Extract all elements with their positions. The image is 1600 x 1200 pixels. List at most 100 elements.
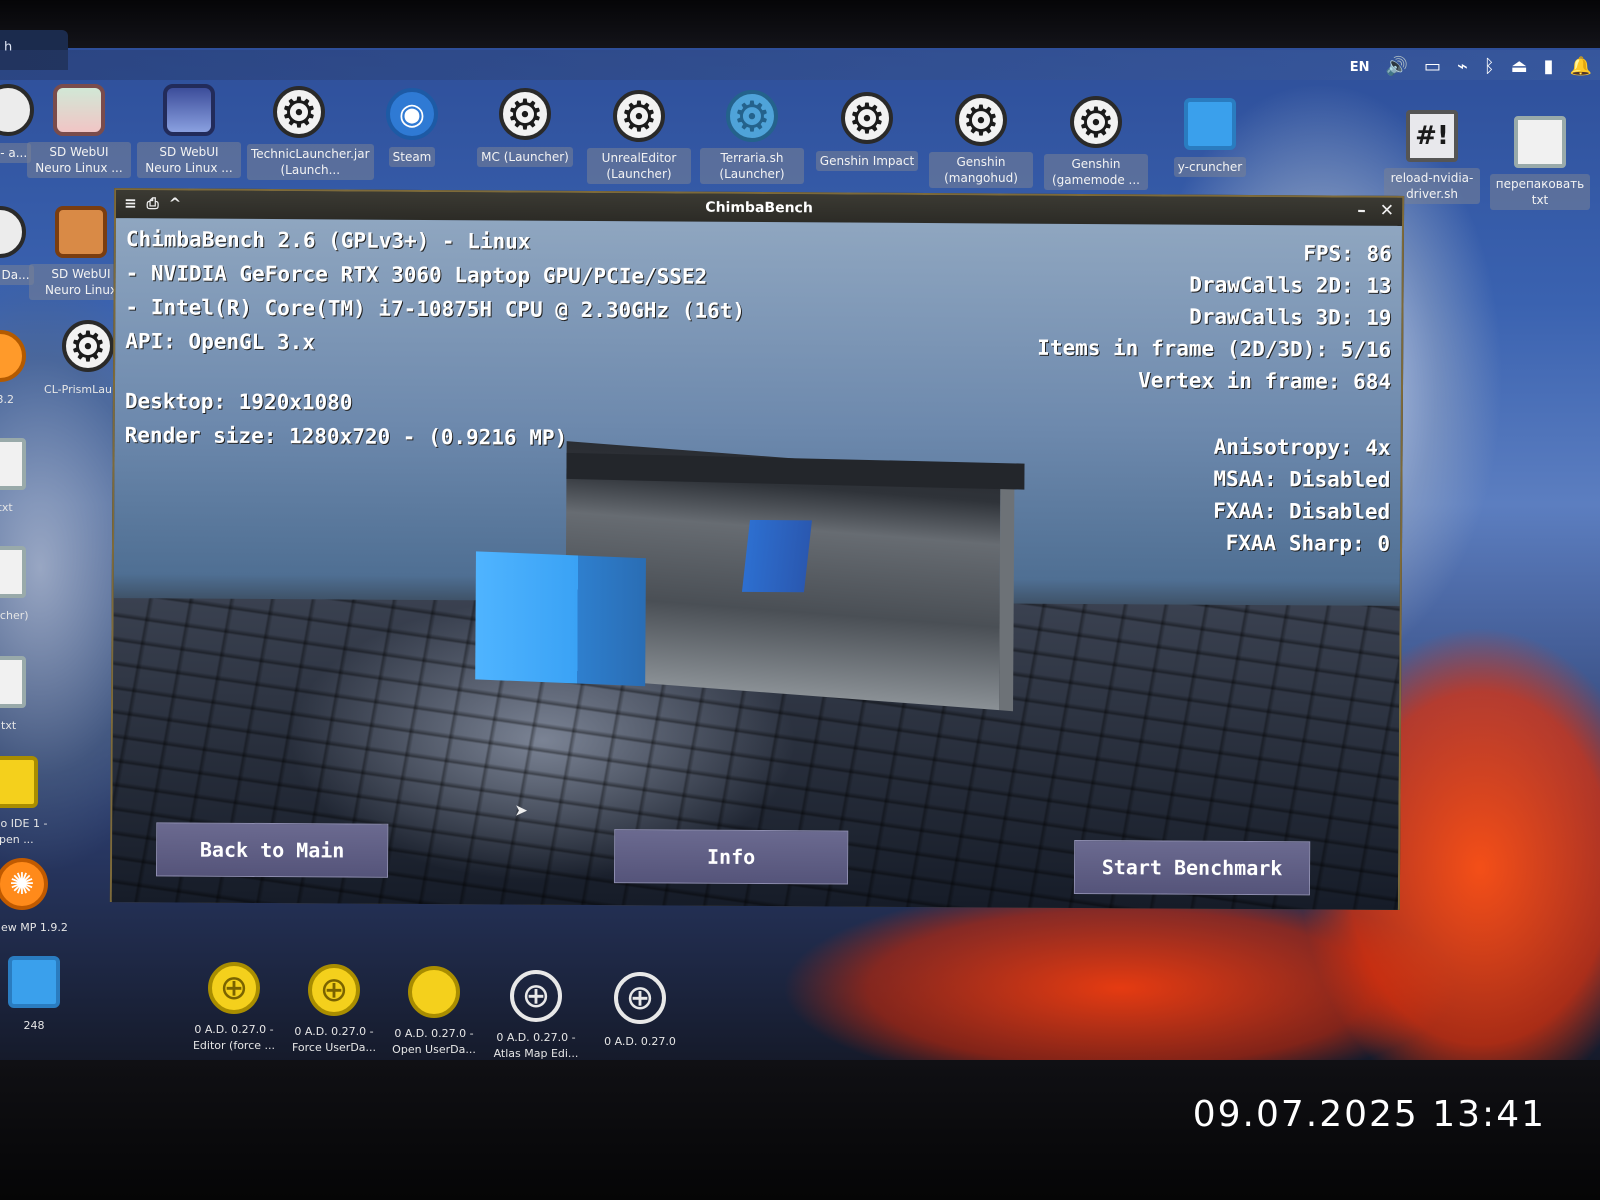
system-tray: EN 🔊 ▭ ⌁ ᛒ ⏏ ▮ 🔔 bbox=[1350, 52, 1592, 82]
desktop-icon[interactable]: #! reload-nvidia-driver.sh bbox=[1384, 110, 1480, 204]
display-icon[interactable]: ▭ bbox=[1424, 58, 1441, 76]
minimize-button[interactable]: – bbox=[1357, 201, 1366, 221]
ad-icon bbox=[408, 966, 460, 1018]
desktop-icon-label: MC (Launcher) bbox=[477, 147, 573, 167]
keyboard-layout-indicator[interactable]: EN bbox=[1350, 61, 1370, 74]
hud-api: API: OpenGL 3.x bbox=[125, 329, 315, 355]
hud-items-in-frame: Items in frame (2D/3D): 5/16 bbox=[1037, 335, 1392, 362]
info-button[interactable]: Info bbox=[613, 829, 849, 885]
desktop-icon-label: Genshin Impact bbox=[815, 151, 919, 171]
desktop-icon[interactable]: ⚙ TechnicLauncher.jar (Launch... bbox=[247, 86, 374, 180]
hud-desktop-resolution: Desktop: 1920x1080 bbox=[124, 389, 353, 415]
desktop-icon-label: SD WebUI Neuro Linux ... bbox=[137, 142, 241, 178]
desktop-icon[interactable]: op.txt bbox=[0, 656, 52, 736]
volume-icon[interactable]: 🔊 bbox=[1386, 58, 1408, 76]
gear-icon: ⚙ bbox=[1070, 96, 1122, 148]
back-to-main-button[interactable]: Back to Main bbox=[155, 822, 389, 878]
hud-system-info: ChimbaBench 2.6 (GPLv3+) - Linux - NVIDI… bbox=[125, 222, 746, 456]
hud-fxaa-sharp: FXAA Sharp: 0 bbox=[1225, 530, 1391, 556]
hud-fxaa: FXAA: Disabled bbox=[1213, 498, 1391, 524]
hud-drawcalls-2d: DrawCalls 2D: 13 bbox=[1189, 272, 1392, 298]
desktop-icon-label: 0 A.D. 0.27.0 - Force UserDa... bbox=[291, 1025, 377, 1054]
window-tools: ≡ ⎙ ^ bbox=[124, 194, 181, 212]
photo-datestamp: 09.07.2025 13:41 bbox=[1192, 1094, 1546, 1135]
desktop-icon-label: e.txt bbox=[0, 501, 13, 514]
steam-icon: ◉ bbox=[386, 88, 438, 140]
chimbabench-window: ≡ ⎙ ^ ChimbaBench – ✕ ChimbaBench 2.6 (G… bbox=[109, 188, 1405, 910]
desktop-icon[interactable]: top ncher) bbox=[0, 546, 52, 626]
avatar-icon bbox=[53, 84, 105, 136]
bell-icon[interactable]: 🔔 bbox=[1570, 58, 1592, 76]
desktop-icon[interactable]: e.txt bbox=[0, 438, 52, 518]
desktop-icon[interactable]: ◉ Steam bbox=[360, 88, 464, 167]
desktop-icon[interactable]: ⊕ 0 A.D. 0.27.0 - Atlas Map Edi... bbox=[484, 970, 588, 1064]
bluetooth-icon[interactable]: ᛒ bbox=[1484, 58, 1495, 76]
menu-icon[interactable]: ≡ bbox=[124, 194, 137, 212]
scene-cube bbox=[475, 551, 646, 687]
gear-icon: ⚙ bbox=[726, 90, 778, 142]
desktop-icon[interactable]: y-cruncher bbox=[1158, 98, 1262, 177]
script-icon: #! bbox=[1406, 110, 1458, 162]
desktop-icon-label: XnView MP 1.9.2 bbox=[0, 921, 68, 934]
desktop-icon[interactable]: SD WebUI Neuro Linux ... bbox=[137, 84, 241, 178]
desktop-icon[interactable]: duino IDE 1 - Open ... bbox=[0, 756, 64, 850]
desktop-icon[interactable]: 248 bbox=[0, 956, 86, 1036]
hud-gpu: - NVIDIA GeForce RTX 3060 Laptop GPU/PCI… bbox=[125, 261, 708, 289]
desktop-icon[interactable]: SD WebUI Neuro Linux ... bbox=[27, 84, 131, 178]
desktop-icon[interactable]: ⚙ Genshin (mangohud) bbox=[929, 94, 1033, 188]
gear-icon: ⚙ bbox=[273, 86, 325, 138]
desktop-icon-label: op.txt bbox=[0, 719, 17, 732]
chevron-up-icon[interactable]: ^ bbox=[169, 194, 182, 212]
hud-msaa: MSAA: Disabled bbox=[1213, 466, 1391, 492]
desktop-icon[interactable]: ⊕ 0 A.D. 0.27.0 bbox=[588, 972, 692, 1052]
desktop-icon-label: перепаковать txt bbox=[1490, 174, 1590, 210]
desktop-icon[interactable]: ⚙ MC (Launcher) bbox=[473, 88, 577, 167]
desktop-icon-label: Terraria.sh (Launcher) bbox=[700, 148, 804, 184]
app-icon bbox=[0, 206, 26, 258]
ad-icon: ⊕ bbox=[308, 964, 360, 1016]
gear-icon: ⚙ bbox=[841, 92, 893, 144]
window-controls: – ✕ bbox=[1357, 201, 1394, 221]
desktop-icon[interactable]: ⊕ 0 A.D. 0.27.0 - Force UserDa... bbox=[282, 964, 386, 1058]
hud-app-version: ChimbaBench 2.6 (GPLv3+) - Linux bbox=[125, 227, 531, 254]
eject-icon[interactable]: ⏏ bbox=[1511, 58, 1528, 76]
desktop-icon[interactable]: ⚙ Genshin Impact bbox=[815, 92, 919, 171]
package-icon bbox=[55, 206, 107, 258]
gear-icon: ⚙ bbox=[62, 320, 114, 372]
paperclip-icon[interactable]: ⌁ bbox=[1457, 58, 1468, 76]
gear-icon: ⚙ bbox=[955, 94, 1007, 146]
desktop-icon-label: 4.3.2 bbox=[0, 393, 14, 406]
avatar-icon bbox=[163, 84, 215, 136]
desktop-icon-label: TechnicLauncher.jar (Launch... bbox=[247, 144, 374, 180]
monitor-bezel-top bbox=[0, 0, 1600, 50]
desktop-icon[interactable]: ⚙ UnrealEditor (Launcher) bbox=[587, 90, 691, 184]
hud-fps: FPS: 86 bbox=[1303, 241, 1392, 266]
hud-anisotropy: Anisotropy: 4x bbox=[1213, 434, 1391, 460]
app-icon bbox=[0, 330, 26, 382]
desktop-icon-label: 0 A.D. 0.27.0 - Atlas Map Edi... bbox=[493, 1031, 579, 1060]
close-button[interactable]: ✕ bbox=[1380, 201, 1394, 221]
start-benchmark-button[interactable]: Start Benchmark bbox=[1073, 839, 1311, 896]
text-file-icon bbox=[0, 656, 26, 708]
desktop-icon[interactable]: ⊕ 0 A.D. 0.27.0 - Editor (force ... bbox=[182, 962, 286, 1056]
desktop-icon[interactable]: ⚙ Terraria.sh (Launcher) bbox=[700, 90, 804, 184]
desktop-icon-label: 0 A.D. 0.27.0 - Editor (force ... bbox=[192, 1023, 276, 1052]
desktop-icon-label: 248 bbox=[23, 1019, 45, 1032]
desktop-icon[interactable]: перепаковать txt bbox=[1490, 116, 1590, 210]
desktop-icon[interactable]: ✺ XnView MP 1.9.2 bbox=[0, 858, 74, 938]
mouse-cursor-icon: ➤ bbox=[514, 800, 528, 820]
print-icon[interactable]: ⎙ bbox=[147, 194, 159, 212]
battery-icon[interactable]: ▮ bbox=[1544, 58, 1554, 76]
text-file-icon bbox=[0, 546, 26, 598]
text-file-icon bbox=[0, 438, 26, 490]
desktop-icon[interactable]: 0 A.D. 0.27.0 - Open UserDa... bbox=[382, 966, 486, 1060]
window-title: ChimbaBench bbox=[705, 199, 813, 217]
desktop-icon-label: top ncher) bbox=[0, 609, 29, 622]
ad-icon: ⊕ bbox=[614, 972, 666, 1024]
desktop-icon-label: duino IDE 1 - Open ... bbox=[0, 817, 48, 846]
desktop-icon-label: 0 A.D. 0.27.0 - Open UserDa... bbox=[392, 1027, 476, 1056]
desktop-icon-label: y-cruncher bbox=[1173, 157, 1247, 177]
desktop-icon-label: Genshin (gamemode ... bbox=[1044, 154, 1148, 190]
desktop-icon[interactable]: ⚙ Genshin (gamemode ... bbox=[1044, 96, 1148, 190]
ad-icon: ⊕ bbox=[510, 970, 562, 1022]
